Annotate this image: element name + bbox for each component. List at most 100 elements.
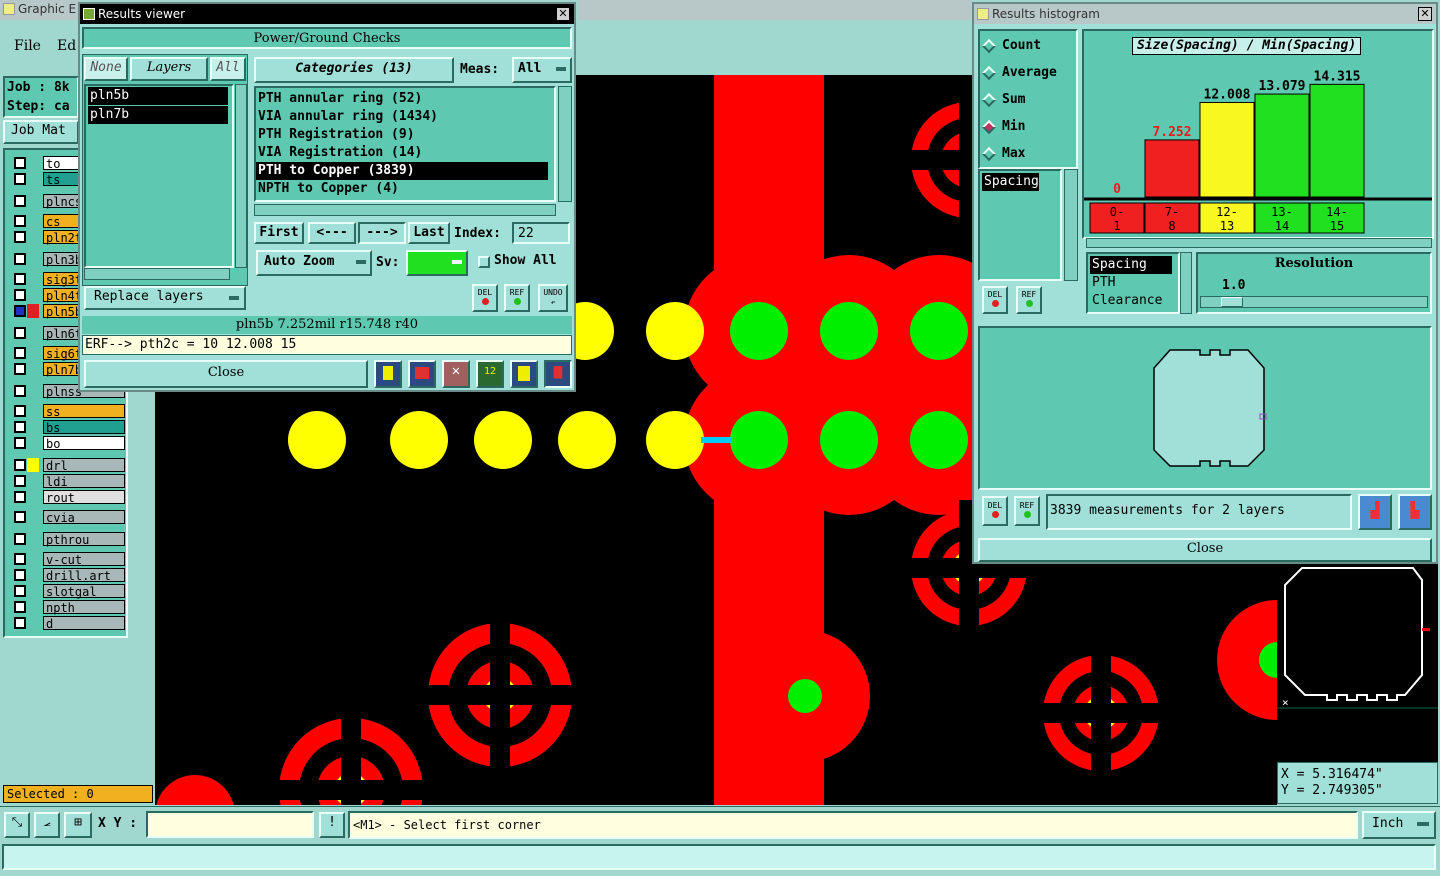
categories-scrollbar[interactable] <box>558 86 572 202</box>
export-button[interactable]: ▟ <box>1358 494 1392 530</box>
resolution-slider[interactable] <box>1200 296 1428 308</box>
mode-min[interactable]: Min <box>980 115 1076 142</box>
layers-button[interactable]: Layers <box>130 57 208 81</box>
layer-toggle-bs[interactable] <box>14 421 26 433</box>
layer-bs[interactable]: bs <box>43 420 125 435</box>
layer-list-hscrollbar[interactable] <box>84 268 230 280</box>
mode-max[interactable]: Max <box>980 142 1076 169</box>
preview-ref-button[interactable]: REF <box>1014 496 1040 526</box>
layer-toggle-plnss[interactable] <box>14 385 26 397</box>
snap-button[interactable]: ⊞ <box>64 812 92 838</box>
meas-dropdown[interactable]: All <box>512 57 572 83</box>
layer-toggle-sig6t[interactable] <box>14 347 26 359</box>
none-button[interactable]: None <box>84 57 128 81</box>
layer-selection-list[interactable]: pln5b pln7b <box>84 84 234 268</box>
layer-toggle-npth[interactable] <box>14 601 26 613</box>
histogram-titlebar[interactable]: Results histogram ✕ <box>974 4 1436 24</box>
sv-color-dropdown[interactable] <box>406 250 468 276</box>
layer-rout[interactable]: rout <box>43 490 125 505</box>
last-button[interactable]: Last <box>408 222 450 244</box>
info-button[interactable]: ! <box>319 812 345 838</box>
layer-list-scrollbar[interactable] <box>235 84 247 268</box>
histogram-tool-button[interactable]: ▆ <box>544 360 572 388</box>
measure-button[interactable]: ⦟ <box>34 812 60 838</box>
report-tool-button[interactable] <box>510 360 538 388</box>
layer-d[interactable]: d <box>43 616 125 631</box>
category-item[interactable]: VIA annular ring (1434) <box>256 108 548 126</box>
undo-button[interactable]: UNDO ↶ <box>538 284 568 312</box>
layer-toggle-pthrou[interactable] <box>14 533 26 545</box>
list-item[interactable]: Spacing <box>982 173 1039 191</box>
resolution-item[interactable]: Spacing <box>1090 256 1172 274</box>
slider-thumb[interactable] <box>1221 297 1243 307</box>
layer-toggle-pln5b[interactable] <box>14 305 26 317</box>
close-icon[interactable]: ✕ <box>556 7 570 21</box>
resolution-item[interactable]: PTH <box>1090 274 1178 292</box>
close-icon[interactable]: ✕ <box>1418 7 1432 21</box>
prev-button[interactable]: <--- <box>308 222 356 244</box>
replace-layers-dropdown[interactable]: Replace layers <box>84 286 246 310</box>
layer-toggle-plncs[interactable] <box>14 195 26 207</box>
auto-zoom-dropdown[interactable]: Auto Zoom <box>256 250 372 276</box>
layer-toggle-bo[interactable] <box>14 437 26 449</box>
histogram-item-list[interactable]: Spacing <box>978 169 1062 281</box>
layer-toggle-drl[interactable] <box>14 459 26 471</box>
mode-average[interactable]: Average <box>980 61 1076 88</box>
category-item[interactable]: NPTH to Copper (4) <box>256 180 548 198</box>
layers-tool-button[interactable] <box>374 360 402 388</box>
next-button[interactable]: ---> <box>358 222 406 244</box>
layer-toggle-pln4t[interactable] <box>14 289 26 301</box>
layer-toggle-rout[interactable] <box>14 491 26 503</box>
mode-sum[interactable]: Sum <box>980 88 1076 115</box>
layer-toggle-to[interactable] <box>14 157 26 169</box>
bottom-input-bar[interactable] <box>2 844 1436 870</box>
layer-toggle-pln3b[interactable] <box>14 253 26 265</box>
layer-toggle-v-cut[interactable] <box>14 553 26 565</box>
resolution-item[interactable]: Clearance <box>1090 292 1178 310</box>
layer-toggle-sig3t[interactable] <box>14 273 26 285</box>
hist-ref-button[interactable]: REF <box>1016 286 1042 314</box>
layer-bo[interactable]: bo <box>43 436 125 451</box>
results-viewer-titlebar[interactable]: Results viewer ✕ <box>80 4 574 24</box>
close-button[interactable]: Close <box>84 360 368 388</box>
layer-ss[interactable]: ss <box>43 404 125 419</box>
layer-npth[interactable]: npth <box>43 600 125 615</box>
preview-del-button[interactable]: DEL <box>982 496 1008 526</box>
zoom-chart-button[interactable]: ▙ <box>1398 494 1432 530</box>
layer-ldi[interactable]: ldi <box>43 474 125 489</box>
all-layers-button[interactable]: All <box>210 57 246 81</box>
del-button[interactable]: DEL <box>472 284 498 312</box>
ref-button[interactable]: REF <box>504 284 530 312</box>
job-matrix-button[interactable]: Job Mat <box>3 120 79 144</box>
layer-toggle-pln6t[interactable] <box>14 327 26 339</box>
item-list-scrollbar[interactable] <box>1064 169 1078 281</box>
index-input[interactable] <box>512 222 570 244</box>
display-tool-button[interactable] <box>408 360 436 388</box>
layer-v-cut[interactable]: v-cut <box>43 552 125 567</box>
categories-hscrollbar[interactable] <box>254 204 556 216</box>
layer-toggle-cvia[interactable] <box>14 511 26 523</box>
layer-cvia[interactable]: cvia <box>43 510 125 525</box>
category-item[interactable]: PTH Registration (9) <box>256 126 548 144</box>
minimap[interactable]: × <box>1277 560 1438 762</box>
zoom-select-button[interactable]: ⤡ <box>4 812 30 838</box>
layer-list-item[interactable]: pln5b <box>88 87 228 105</box>
layer-toggle-d[interactable] <box>14 617 26 629</box>
layer-toggle-ldi[interactable] <box>14 475 26 487</box>
categories-list[interactable]: PTH annular ring (52) VIA annular ring (1… <box>254 86 556 202</box>
layer-list-item[interactable]: pln7b <box>88 106 228 124</box>
category-item[interactable]: VIA Registration (14) <box>256 144 548 162</box>
layer-toggle-ss[interactable] <box>14 405 26 417</box>
layer-toggle-pln7b[interactable] <box>14 363 26 375</box>
layer-toggle-pln2t[interactable] <box>14 231 26 243</box>
layer-drl[interactable]: drl <box>43 458 125 473</box>
numbering-tool-button[interactable]: 12 <box>476 360 504 388</box>
hist-del-button[interactable]: DEL <box>982 286 1008 314</box>
layer-toggle-slotgal[interactable] <box>14 585 26 597</box>
hist-close-button[interactable]: Close <box>978 538 1432 562</box>
menu-file[interactable]: File <box>14 38 41 54</box>
erf-tool-button[interactable]: ✕ <box>442 360 470 388</box>
mode-count[interactable]: Count <box>980 34 1076 61</box>
xy-input[interactable] <box>146 811 314 838</box>
layer-toggle-ts[interactable] <box>14 173 26 185</box>
